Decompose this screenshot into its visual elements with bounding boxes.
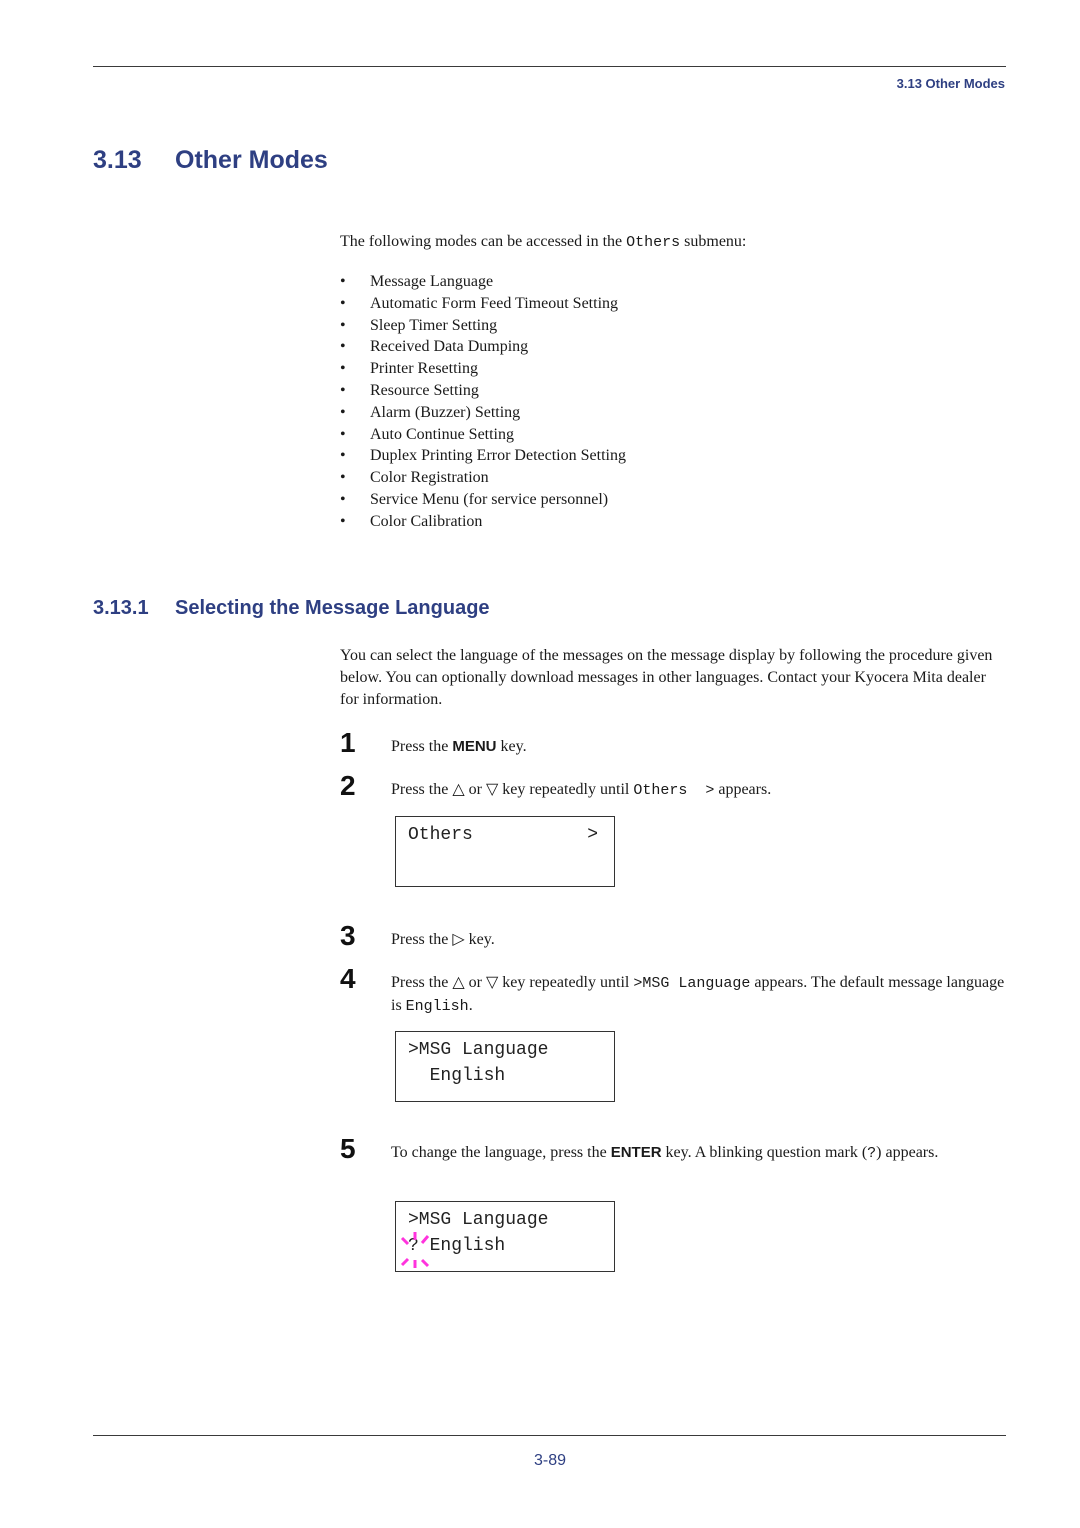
step-number: 3 xyxy=(340,920,356,951)
section-title: Other Modes xyxy=(175,146,328,174)
bullet-icon: • xyxy=(340,381,346,399)
list-item-label: Printer Resetting xyxy=(370,360,478,378)
lcd-line-1: >MSG Language xyxy=(408,1210,549,1230)
page-number: 3-89 xyxy=(533,1452,567,1469)
step-number: 2 xyxy=(340,770,356,801)
bullet-icon: • xyxy=(340,403,346,421)
list-item: • Alarm (Buzzer) Setting xyxy=(340,402,626,424)
bullet-icon: • xyxy=(340,425,346,443)
lcd-display-msg-language: >MSG Language English xyxy=(395,1031,615,1102)
list-item-label: Automatic Form Feed Timeout Setting xyxy=(370,294,619,312)
step-text: Press the MENU key. xyxy=(391,738,527,755)
list-item: • Received Data Dumping xyxy=(340,336,626,358)
step-text: Press the ▷ key. xyxy=(391,931,495,948)
list-item-label: Duplex Printing Error Detection Setting xyxy=(370,447,626,465)
list-item-label: Sleep Timer Setting xyxy=(370,316,498,334)
bullet-icon: • xyxy=(340,360,346,378)
bullet-icon: • xyxy=(340,316,346,334)
list-item-label: Resource Setting xyxy=(370,381,479,399)
subsection-paragraph: You can select the language of the messa… xyxy=(340,647,993,708)
list-item: • Message Language xyxy=(340,271,626,293)
list-item: • Printer Resetting xyxy=(340,358,626,380)
running-head: 3.13 Other Modes xyxy=(896,76,1005,91)
lcd-line-1: >MSG Language xyxy=(408,1040,549,1060)
list-item: • Color Calibration xyxy=(340,511,626,533)
lcd-line-1: Others xyxy=(408,825,473,845)
list-item: • Resource Setting xyxy=(340,380,626,402)
list-item-label: Message Language xyxy=(370,273,494,290)
step-text: To change the language, press the ENTER … xyxy=(391,1144,939,1162)
step-text: Press the △ or ▽ key repeatedly until Ot… xyxy=(391,781,772,799)
bullet-icon: • xyxy=(340,447,346,465)
step-number: 1 xyxy=(340,727,356,758)
step-text: Press the △ or ▽ key repeatedly until >M… xyxy=(391,974,1005,1015)
bullet-icon: • xyxy=(340,490,346,508)
section-number: 3.13 xyxy=(93,146,142,174)
header-rule xyxy=(93,66,1006,67)
subsection-title: Selecting the Message Language xyxy=(175,597,490,619)
bullet-icon: • xyxy=(340,273,346,290)
step-number: 4 xyxy=(340,963,356,994)
lcd-display-msg-language-blinking: >MSG Language ? English xyxy=(395,1201,615,1272)
footer-rule xyxy=(93,1435,1006,1436)
lcd-line-2: English xyxy=(408,1066,506,1086)
list-item: • Color Registration xyxy=(340,467,626,489)
subsection-number: 3.13.1 xyxy=(93,597,149,619)
list-item-label: Received Data Dumping xyxy=(370,338,529,356)
bullet-icon: • xyxy=(340,512,346,530)
list-item-label: Auto Continue Setting xyxy=(370,425,514,443)
list-item: • Duplex Printing Error Detection Setting xyxy=(340,445,626,467)
section-intro: The following modes can be accessed in t… xyxy=(340,233,747,251)
modes-list: • Message Language • Automatic Form Feed Ti… xyxy=(340,271,626,533)
enter-key-label: ENTER xyxy=(610,1144,662,1161)
list-item-label: Color Registration xyxy=(370,469,489,487)
bullet-icon: • xyxy=(340,469,346,487)
others-code: Others xyxy=(626,234,681,251)
list-item: • Service Menu (for service personnel) xyxy=(340,489,626,511)
bullet-icon: • xyxy=(340,338,346,356)
lcd-display-others: Others > xyxy=(395,816,615,887)
list-item: • Automatic Form Feed Timeout Setting xyxy=(340,293,626,315)
blinking-cursor-icon xyxy=(400,1232,430,1268)
section-heading: 3.13 Other Modes xyxy=(93,146,328,175)
list-item-label: Service Menu (for service personnel) xyxy=(370,490,609,508)
list-item: • Auto Continue Setting xyxy=(340,424,626,446)
list-item-label: Alarm (Buzzer) Setting xyxy=(370,403,521,421)
list-item-label: Color Calibration xyxy=(370,512,483,530)
list-item: • Sleep Timer Setting xyxy=(340,315,626,337)
lcd-arrow: > xyxy=(587,825,598,845)
step-number: 5 xyxy=(340,1133,356,1164)
menu-key-label: MENU xyxy=(452,738,497,755)
bullet-icon: • xyxy=(340,294,346,312)
subsection-heading: 3.13.1 Selecting the Message Language xyxy=(93,597,490,620)
